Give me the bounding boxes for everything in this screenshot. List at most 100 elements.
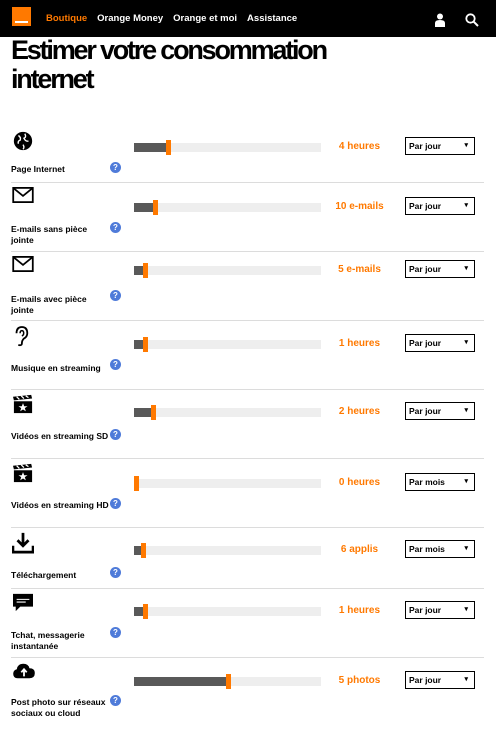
help-icon[interactable]: ? bbox=[110, 695, 121, 706]
slider-thumb[interactable] bbox=[134, 476, 139, 491]
slider-thumb[interactable] bbox=[143, 604, 148, 619]
row-label: E-mails sans pièce jointe bbox=[11, 224, 88, 245]
help-icon[interactable]: ? bbox=[110, 359, 121, 370]
row-label: Vidéos en streaming HD bbox=[11, 500, 109, 510]
period-select-value: Par jour bbox=[409, 338, 442, 348]
usage-slider[interactable] bbox=[134, 140, 321, 155]
period-select-value: Par mois bbox=[409, 544, 445, 554]
help-icon[interactable]: ? bbox=[110, 567, 121, 578]
period-select[interactable]: Par jour ▾ bbox=[405, 601, 475, 619]
usage-slider[interactable] bbox=[134, 604, 321, 619]
consumption-row: E-mails sans pièce jointe? 10 e-mails Par … bbox=[0, 183, 496, 252]
slider-fill bbox=[134, 143, 168, 152]
help-icon[interactable]: ? bbox=[110, 429, 121, 440]
clapperboard-icon bbox=[12, 463, 36, 485]
period-select-value: Par jour bbox=[409, 201, 442, 211]
slider-thumb[interactable] bbox=[226, 674, 231, 689]
main-nav: Boutique Orange Money Orange et moi Assi… bbox=[46, 0, 297, 37]
consumption-row: Musique en streaming? 1 heures Par jour ▾ bbox=[0, 321, 496, 390]
usage-slider[interactable] bbox=[134, 674, 321, 689]
usage-value: 0 heures bbox=[338, 477, 381, 488]
usage-value: 1 heures bbox=[338, 338, 381, 349]
row-label: E-mails avec pièce jointe bbox=[11, 294, 87, 315]
period-select[interactable]: Par jour ▾ bbox=[405, 260, 475, 278]
consumption-row: Page Internet? 4 heures Par jour ▾ bbox=[0, 126, 496, 183]
usage-value: 5 photos bbox=[338, 675, 381, 686]
period-select[interactable]: Par mois ▾ bbox=[405, 473, 475, 491]
usage-value: 6 applis bbox=[340, 544, 379, 555]
chevron-down-icon: ▾ bbox=[464, 202, 468, 209]
page-title: Estimer votre consommation internet bbox=[11, 35, 328, 94]
slider-fill bbox=[134, 677, 228, 686]
period-select-value: Par jour bbox=[409, 605, 442, 615]
period-select[interactable]: Par jour ▾ bbox=[405, 402, 475, 420]
period-select[interactable]: Par jour ▾ bbox=[405, 334, 475, 352]
chevron-down-icon: ▾ bbox=[464, 478, 468, 485]
period-select[interactable]: Par jour ▾ bbox=[405, 671, 475, 689]
orange-logo[interactable] bbox=[12, 7, 31, 26]
period-select[interactable]: Par mois ▾ bbox=[405, 540, 475, 558]
consumption-row: Post photo sur réseaux sociaux ou cloud?… bbox=[0, 658, 496, 735]
period-select[interactable]: Par jour ▾ bbox=[405, 137, 475, 155]
row-label: Téléchargement bbox=[11, 570, 77, 580]
usage-slider[interactable] bbox=[134, 200, 321, 215]
consumption-row: Vidéos en streaming SD? 2 heures Par jour ▾ bbox=[0, 390, 496, 459]
slider-thumb[interactable] bbox=[166, 140, 171, 155]
chevron-down-icon: ▾ bbox=[464, 606, 468, 613]
period-select-value: Par jour bbox=[409, 675, 442, 685]
usage-slider[interactable] bbox=[134, 263, 321, 278]
period-select-value: Par jour bbox=[409, 264, 442, 274]
slider-fill bbox=[134, 203, 155, 212]
envelope-icon bbox=[12, 256, 36, 278]
search-icon[interactable] bbox=[465, 13, 479, 27]
chevron-down-icon: ▾ bbox=[464, 339, 468, 346]
help-icon[interactable]: ? bbox=[110, 162, 121, 173]
chevron-down-icon: ▾ bbox=[464, 265, 468, 272]
usage-value: 4 heures bbox=[338, 141, 381, 152]
cloud-upload-icon bbox=[12, 662, 36, 684]
usage-slider[interactable] bbox=[134, 476, 321, 491]
slider-thumb[interactable] bbox=[153, 200, 158, 215]
row-label: Musique en streaming bbox=[11, 363, 101, 373]
consumption-row: Vidéos en streaming HD? 0 heures Par mois ▾ bbox=[0, 459, 496, 528]
usage-value: 2 heures bbox=[338, 406, 381, 417]
row-label: Tchat, messagerie instantanée bbox=[11, 630, 85, 651]
slider-thumb[interactable] bbox=[143, 263, 148, 278]
chat-icon bbox=[12, 593, 36, 615]
period-select-value: Par jour bbox=[409, 406, 442, 416]
nav-item-orange-money[interactable]: Orange Money bbox=[97, 13, 163, 24]
help-icon[interactable]: ? bbox=[110, 498, 121, 509]
row-label: Vidéos en streaming SD bbox=[11, 431, 109, 441]
help-icon[interactable]: ? bbox=[110, 222, 121, 233]
nav-item-boutique[interactable]: Boutique bbox=[46, 13, 87, 24]
nav-item-orange-et-moi[interactable]: Orange et moi bbox=[173, 13, 237, 24]
chevron-down-icon: ▾ bbox=[464, 545, 468, 552]
period-select-value: Par jour bbox=[409, 141, 442, 151]
top-navigation-bar: Boutique Orange Money Orange et moi Assi… bbox=[0, 0, 496, 37]
consumption-row: Tchat, messagerie instantanée? 1 heures Pa… bbox=[0, 589, 496, 658]
help-icon[interactable]: ? bbox=[110, 627, 121, 638]
consumption-row: E-mails avec pièce jointe? 5 e-mails Par j… bbox=[0, 252, 496, 321]
help-icon[interactable]: ? bbox=[110, 290, 121, 301]
usage-slider[interactable] bbox=[134, 543, 321, 558]
slider-thumb[interactable] bbox=[141, 543, 146, 558]
user-icon[interactable] bbox=[434, 13, 446, 27]
chevron-down-icon: ▾ bbox=[464, 142, 468, 149]
period-select-value: Par mois bbox=[409, 477, 445, 487]
consumption-row: Téléchargement? 6 applis Par mois ▾ bbox=[0, 528, 496, 589]
download-icon bbox=[11, 532, 36, 554]
slider-thumb[interactable] bbox=[151, 405, 156, 420]
ear-icon bbox=[12, 325, 36, 347]
period-select[interactable]: Par jour ▾ bbox=[405, 197, 475, 215]
chevron-down-icon: ▾ bbox=[464, 407, 468, 414]
nav-item-assistance[interactable]: Assistance bbox=[247, 13, 297, 24]
usage-slider[interactable] bbox=[134, 337, 321, 352]
envelope-icon bbox=[12, 187, 36, 209]
usage-value: 5 e-mails bbox=[338, 264, 381, 275]
usage-slider[interactable] bbox=[134, 405, 321, 420]
slider-thumb[interactable] bbox=[143, 337, 148, 352]
row-label: Post photo sur réseaux sociaux ou cloud bbox=[11, 697, 106, 718]
usage-value: 10 e-mails bbox=[335, 201, 384, 212]
clapperboard-icon bbox=[12, 394, 36, 416]
row-label: Page Internet bbox=[11, 164, 65, 174]
